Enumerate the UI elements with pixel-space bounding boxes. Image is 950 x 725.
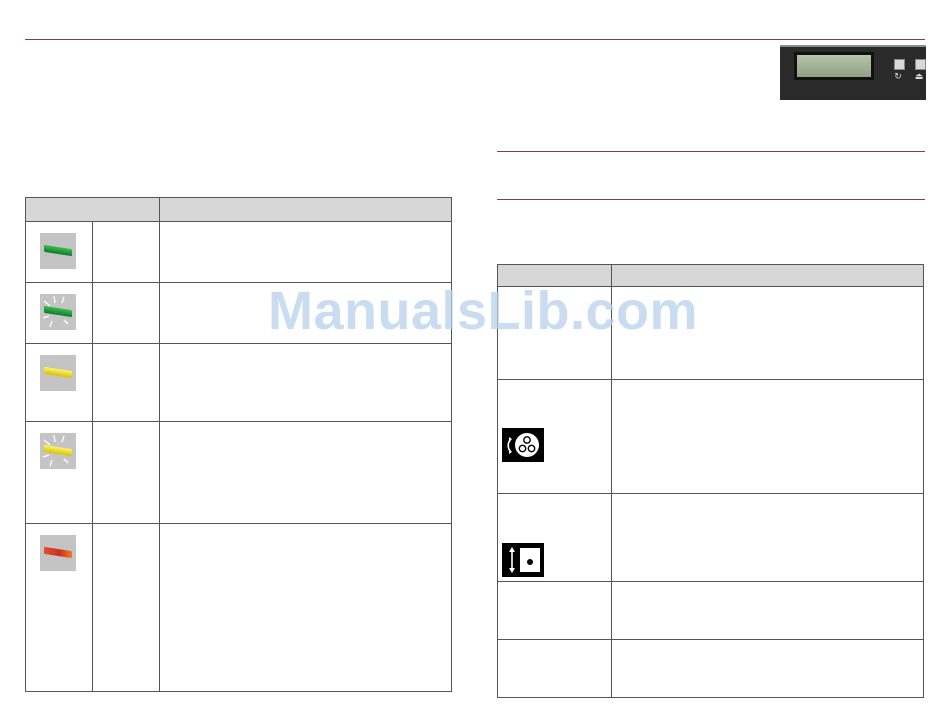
control-panel-photo: ↻ ⏏ — [780, 45, 926, 100]
eject-icon: ⏏ — [914, 72, 924, 82]
led-status-table — [25, 197, 452, 692]
table-row — [497, 493, 924, 582]
flash-rays-icon — [42, 295, 69, 328]
icon-description-cell — [611, 493, 924, 582]
flash-rays-icon — [42, 434, 69, 467]
rotate-disc-icon — [502, 428, 544, 462]
section-rule-1 — [497, 151, 925, 152]
top-rule — [25, 39, 925, 40]
icon-description-cell — [611, 639, 924, 698]
table-row — [25, 343, 452, 422]
table-row — [497, 379, 924, 494]
table-row — [497, 581, 924, 640]
led-green-icon — [40, 233, 76, 269]
icon-description-cell — [611, 581, 924, 640]
panel-button-right — [915, 59, 926, 70]
icon-cell — [497, 639, 612, 698]
watermark: ManualsLib.com — [268, 281, 699, 341]
rotate-icon: ↻ — [894, 72, 902, 82]
led-status-cell — [92, 523, 160, 692]
table-row — [25, 221, 452, 283]
table-header-description — [159, 197, 452, 222]
eject-disc-icon — [502, 543, 544, 577]
table-row — [25, 523, 452, 692]
led-red-icon — [40, 535, 76, 571]
panel-button-left — [894, 59, 905, 70]
led-description-cell — [159, 421, 452, 524]
table-row — [497, 639, 924, 698]
led-green-flashing-icon — [40, 294, 76, 330]
led-status-cell — [92, 343, 160, 422]
led-description-cell — [159, 343, 452, 422]
table-header-led — [25, 197, 160, 222]
led-yellow-icon — [40, 355, 76, 391]
section-rule-2 — [497, 199, 925, 200]
led-description-cell — [159, 221, 452, 283]
led-yellow-flashing-icon — [40, 433, 76, 469]
led-status-cell — [92, 421, 160, 524]
led-status-cell — [92, 221, 160, 283]
led-status-cell — [92, 282, 160, 344]
lcd-display — [794, 52, 874, 80]
table-row — [25, 421, 452, 524]
icon-description-cell — [611, 379, 924, 494]
icon-cell — [497, 581, 612, 640]
led-description-cell — [159, 523, 452, 692]
